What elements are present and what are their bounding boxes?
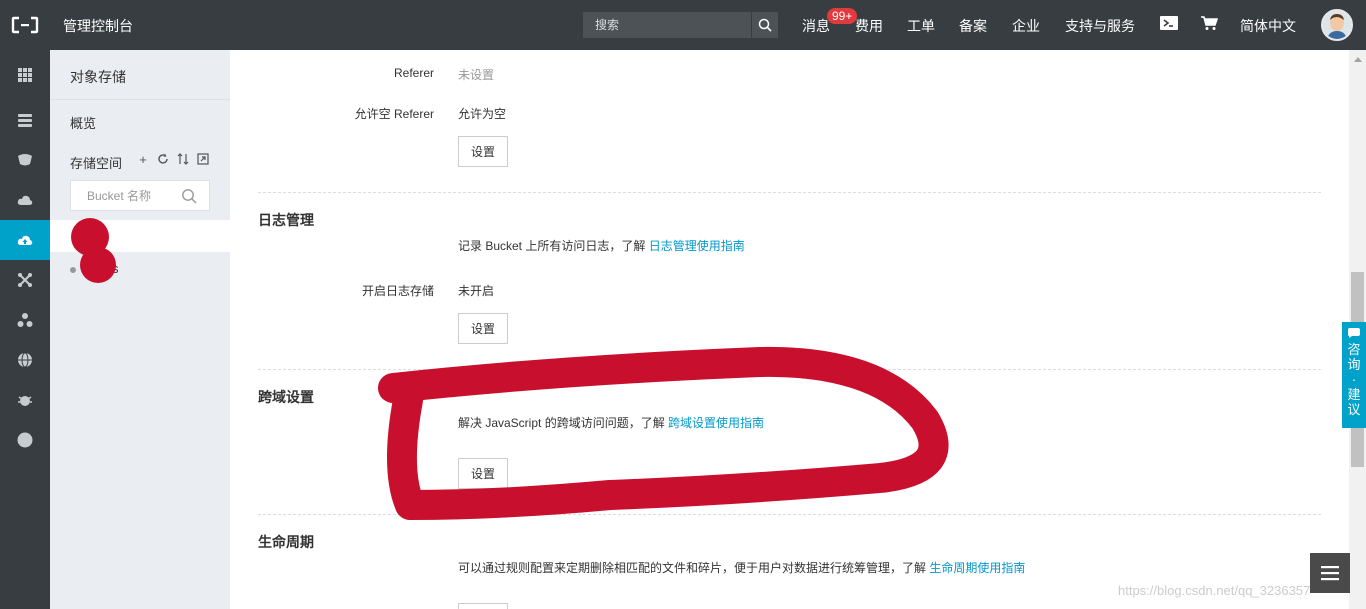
- cors-guide-link[interactable]: 跨域设置使用指南: [668, 416, 764, 430]
- section-divider: [258, 514, 1321, 515]
- feedback-tab[interactable]: 咨 询 · 建 议: [1342, 322, 1366, 428]
- logo-icon: [11, 16, 39, 34]
- logging-section-title: 日志管理: [258, 212, 314, 228]
- refresh-icon[interactable]: [156, 151, 170, 167]
- quick-menu-button[interactable]: [1310, 553, 1350, 593]
- cors-description: 解决 JavaScript 的跨域访问问题，了解 跨域设置使用指南: [458, 414, 764, 431]
- bucket-item[interactable]: s: [50, 252, 230, 284]
- rail-globe[interactable]: [0, 340, 50, 380]
- network-icon: [18, 273, 32, 287]
- nav-support[interactable]: 支持与服务: [1065, 16, 1135, 36]
- logging-enable-label: 开启日志存储: [361, 284, 434, 298]
- top-bar: 管理控制台 消息 99+ 费用 工单 备案 企业 支持与服务 简体中文: [0, 0, 1366, 50]
- sidebar-item-overview[interactable]: 概览: [70, 113, 96, 132]
- oss-sidebar: 对象存储 概览 存储空间 + s: [50, 50, 230, 609]
- sidebar-divider: [50, 99, 230, 100]
- watermark-text: https://blog.csdn.net/qq_3236357: [1118, 583, 1311, 598]
- chat-icon: [1348, 328, 1360, 338]
- nav-messages[interactable]: 消息: [802, 16, 830, 36]
- search-button[interactable]: [751, 12, 778, 38]
- sidebar-title: 对象存储: [70, 69, 126, 85]
- expand-icon[interactable]: [196, 151, 210, 167]
- rail-network[interactable]: [0, 260, 50, 300]
- bucket-settings-content: Referer 未设置 允许空 Referer 允许为空 设置 日志管理 记录 …: [230, 50, 1349, 609]
- nav-tickets[interactable]: 工单: [907, 16, 935, 36]
- rail-products[interactable]: [0, 55, 50, 95]
- lifecycle-description: 可以通过规则配置来定期删除相匹配的文件和碎片，便于用户对数据进行统筹管理，了解 …: [458, 559, 1025, 576]
- allow-empty-referer-value: 允许为空: [458, 107, 507, 121]
- nav-icp[interactable]: 备案: [959, 16, 987, 36]
- referer-settings-button[interactable]: 设置: [458, 136, 508, 167]
- section-divider: [258, 369, 1321, 370]
- sort-icon[interactable]: [176, 151, 190, 167]
- cors-desc-text: 解决 JavaScript 的跨域访问问题，了解: [458, 416, 669, 430]
- feedback-char: 咨: [1347, 342, 1361, 357]
- globe-icon: [18, 352, 32, 368]
- logging-desc-text: 记录 Bucket 上所有访问日志，了解: [458, 239, 649, 253]
- cluster-icon: [17, 313, 33, 327]
- grid-icon: [18, 68, 32, 82]
- bucket-tools: +: [136, 151, 210, 167]
- status-dot: [70, 267, 76, 273]
- cors-settings-button[interactable]: 设置: [458, 458, 508, 489]
- lifecycle-section-title: 生命周期: [258, 534, 314, 550]
- rail-ecs[interactable]: [0, 100, 50, 140]
- cors-section-title: 跨域设置: [258, 389, 314, 405]
- rail-oss[interactable]: [0, 220, 50, 260]
- logging-description: 记录 Bucket 上所有访问日志，了解 日志管理使用指南: [458, 237, 745, 254]
- feedback-char: ·: [1351, 372, 1357, 387]
- server-icon: [18, 114, 32, 127]
- cloud-upload-icon: [17, 235, 33, 245]
- database-icon: [18, 154, 32, 166]
- search-icon[interactable]: [181, 188, 197, 204]
- nav-enterprise[interactable]: 企业: [1012, 16, 1040, 36]
- bug-icon: [18, 396, 32, 406]
- scroll-up-arrow-icon[interactable]: [1349, 50, 1366, 67]
- logging-settings-button[interactable]: 设置: [458, 313, 508, 344]
- referer-value: 未设置: [458, 68, 495, 82]
- allow-empty-referer-label: 允许空 Referer: [354, 107, 434, 121]
- referer-label: Referer: [393, 66, 434, 80]
- circle-icon: [17, 432, 33, 448]
- bucket-search-box: [70, 180, 210, 211]
- cart-icon: [1201, 16, 1219, 30]
- bucket-search-input[interactable]: [71, 181, 181, 210]
- avatar-icon: [1323, 11, 1351, 39]
- aliyun-logo[interactable]: [0, 0, 50, 50]
- section-divider: [258, 192, 1321, 193]
- feedback-char: 议: [1347, 402, 1361, 417]
- rail-rds[interactable]: [0, 140, 50, 180]
- rail-more[interactable]: [0, 420, 50, 460]
- rail-cloud[interactable]: [0, 180, 50, 220]
- add-icon[interactable]: +: [136, 151, 150, 167]
- terminal-button[interactable]: [1160, 15, 1178, 34]
- lifecycle-settings-button[interactable]: [458, 603, 508, 609]
- global-search: [583, 12, 778, 38]
- cloud-icon: [17, 195, 33, 205]
- logging-enable-value: 未开启: [458, 284, 495, 298]
- logging-guide-link[interactable]: 日志管理使用指南: [649, 239, 745, 253]
- search-icon: [758, 18, 772, 32]
- rail-security[interactable]: [0, 380, 50, 420]
- nav-language[interactable]: 简体中文: [1240, 16, 1296, 36]
- feedback-char: 询: [1347, 357, 1361, 372]
- console-title[interactable]: 管理控制台: [63, 16, 133, 36]
- rail-cluster[interactable]: [0, 300, 50, 340]
- menu-icon: [1321, 566, 1339, 581]
- terminal-icon: [1160, 16, 1178, 30]
- nav-billing[interactable]: 费用: [855, 16, 883, 36]
- search-input[interactable]: [583, 12, 751, 38]
- bucket-name-suffix: s: [112, 261, 119, 276]
- bucket-item-selected[interactable]: [50, 220, 230, 252]
- lifecycle-desc-text: 可以通过规则配置来定期删除相匹配的文件和碎片，便于用户对数据进行统筹管理，了解: [458, 561, 930, 575]
- cart-button[interactable]: [1200, 15, 1219, 34]
- sidebar-buckets-label: 存储空间: [70, 156, 123, 171]
- messages-badge: 99+: [827, 8, 858, 24]
- product-rail: [0, 50, 50, 609]
- user-avatar[interactable]: [1321, 9, 1353, 41]
- lifecycle-guide-link[interactable]: 生命周期使用指南: [929, 561, 1025, 575]
- feedback-char: 建: [1347, 387, 1361, 402]
